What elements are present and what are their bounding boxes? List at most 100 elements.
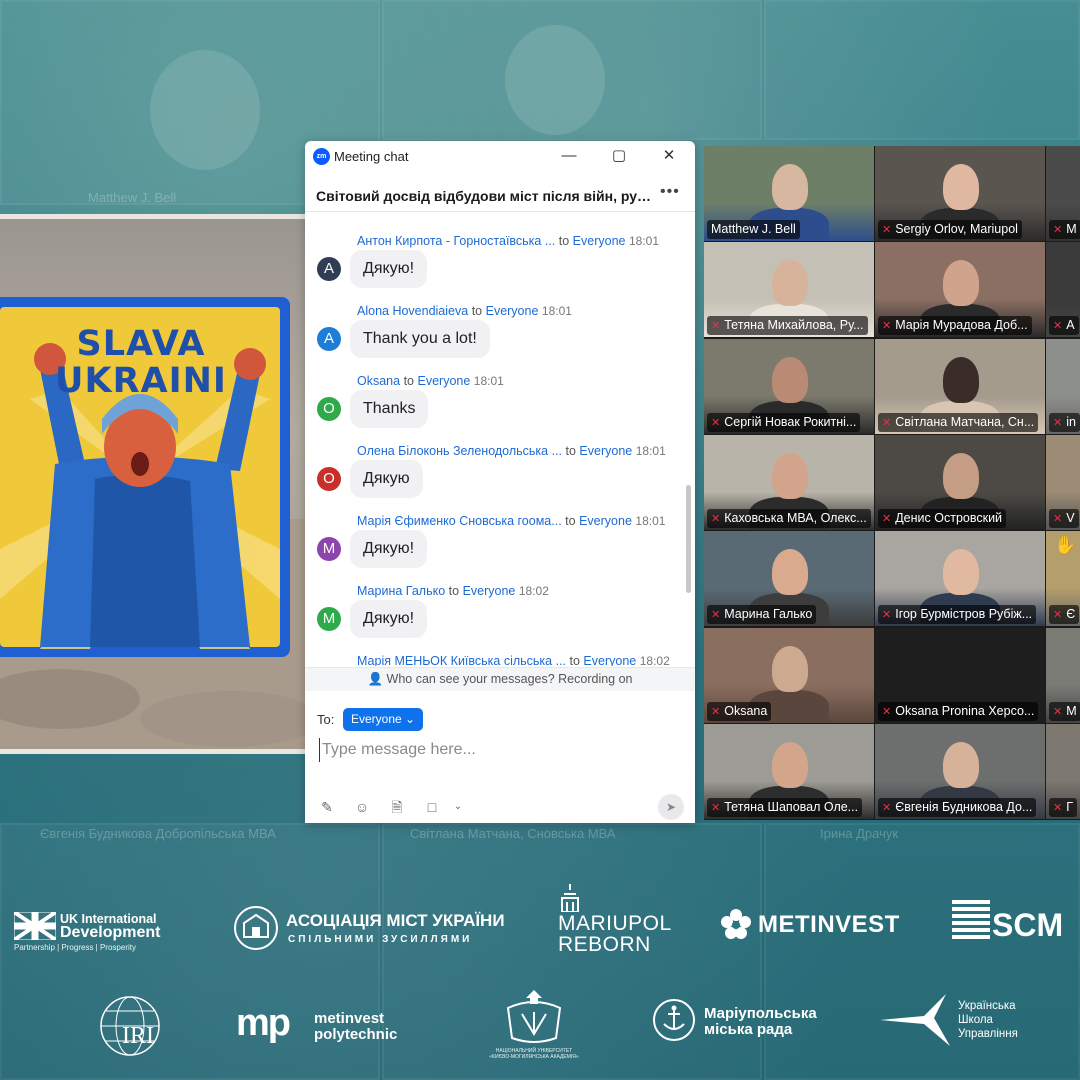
- participant-tile[interactable]: ✕ Oksana Pronina Херсо...: [875, 627, 1045, 723]
- emoji-icon[interactable]: ☺: [352, 797, 372, 817]
- privacy-notice[interactable]: 👤 Who can see your messages? Recording o…: [305, 667, 695, 691]
- metinvest-flower-icon: [721, 909, 751, 939]
- message-sender[interactable]: Марина Галько: [357, 584, 445, 598]
- message-sender[interactable]: Alona Hovendiaieva: [357, 304, 468, 318]
- message-header: Марина Галько to Everyone 18:02: [357, 584, 549, 598]
- recipient-dropdown[interactable]: Everyone ⌄: [343, 708, 424, 731]
- chat-message[interactable]: Alona Hovendiaieva to Everyone 18:01 A Tha…: [305, 282, 685, 358]
- meeting-title: Світовий досвід відбудови міст після вій…: [316, 188, 656, 204]
- message-sender[interactable]: Oksana: [357, 374, 400, 388]
- sender-avatar[interactable]: O: [317, 467, 341, 491]
- minimize-icon[interactable]: —: [558, 145, 580, 167]
- sender-avatar[interactable]: A: [317, 257, 341, 281]
- participant-tile[interactable]: ✕ Сергій Новак Рокитні...: [704, 338, 874, 434]
- participant-tile[interactable]: ✕ А: [1046, 242, 1080, 338]
- participant-gallery: Matthew J. Bell ✕ Sergiy Orlov, Mariupol ✕ M…: [704, 146, 1080, 820]
- participant-tile[interactable]: ✋ ✕ Є: [1046, 531, 1080, 627]
- polytech-line1: metinvest: [314, 1010, 385, 1027]
- bg-name: Євгенія Будникова Добропільська МВА: [40, 826, 276, 841]
- chat-message[interactable]: Олена Білоконь Зеленодольська ... to Eve…: [305, 422, 685, 498]
- scrollbar[interactable]: [686, 485, 691, 593]
- participant-tile[interactable]: ✕ Марина Галько: [704, 531, 874, 627]
- message-list[interactable]: Антон Кирпота - Горностаївська ... to Ev…: [305, 212, 685, 666]
- window-titlebar[interactable]: zm Meeting chat — ▢ ✕: [305, 141, 695, 171]
- chat-message[interactable]: Антон Кирпота - Горностаївська ... to Ev…: [305, 212, 685, 288]
- message-recipient: Everyone: [583, 654, 637, 666]
- scm-stripes-icon: [952, 900, 990, 939]
- message-sender[interactable]: Марія МЕНЬОК Київська сільська ...: [357, 654, 566, 666]
- close-icon[interactable]: ✕: [658, 145, 680, 167]
- participant-nameplate: ✕ Денис Островский: [878, 508, 1007, 528]
- participant-tile[interactable]: ✕ Тетяна Михайлова, Ру...: [704, 242, 874, 338]
- message-to-word: to: [558, 234, 570, 248]
- participant-name: Тетяна Михайлова, Ру...: [724, 318, 864, 333]
- participant-name: Oksana: [724, 703, 768, 718]
- participant-tile[interactable]: ✕ Світлана Матчана, Сн...: [875, 338, 1045, 434]
- to-label: To:: [317, 712, 335, 727]
- participant-nameplate: ✕ M: [1049, 220, 1080, 239]
- message-input[interactable]: [319, 738, 679, 762]
- poster-line-1: SLAVA: [76, 324, 206, 364]
- send-icon[interactable]: ➤: [658, 794, 684, 820]
- chat-message[interactable]: Марина Галько to Everyone 18:02 M Дякую!: [305, 562, 685, 638]
- participant-tile[interactable]: ✕ Денис Островский: [875, 434, 1045, 530]
- zoom-logo-icon: zm: [313, 148, 330, 165]
- sender-avatar[interactable]: A: [317, 327, 341, 351]
- sender-avatar[interactable]: M: [317, 537, 341, 561]
- participant-tile[interactable]: ✕ Марія Мурадова Доб...: [875, 242, 1045, 338]
- sender-avatar[interactable]: O: [317, 397, 341, 421]
- message-sender[interactable]: Олена Білоконь Зеленодольська ...: [357, 444, 562, 458]
- participant-tile[interactable]: ✕ Євгенія Будникова До...: [875, 723, 1045, 819]
- poster-illustration: [0, 297, 305, 749]
- message-sender[interactable]: Марія Єфименко Сновська гоома...: [357, 514, 562, 528]
- participant-face: [943, 164, 979, 210]
- chevron-down-icon[interactable]: ⌄: [448, 797, 468, 817]
- muted-mic-icon: ✕: [711, 609, 721, 622]
- screenshot-icon[interactable]: □: [422, 797, 442, 817]
- theatre-icon: [561, 884, 579, 912]
- participant-tile[interactable]: ✕ in: [1046, 338, 1080, 434]
- file-icon[interactable]: 🗎: [387, 797, 407, 817]
- message-timestamp: 18:01: [473, 374, 504, 388]
- participant-nameplate: ✕ V: [1049, 508, 1079, 528]
- chat-message[interactable]: Марія МЕНЬОК Київська сільська ... to Ev…: [305, 632, 685, 666]
- message-sender[interactable]: Антон Кирпота - Горностаївська ...: [357, 234, 555, 248]
- muted-mic-icon: ✕: [711, 320, 721, 333]
- bg-face: [150, 50, 260, 170]
- chat-message[interactable]: Марія Єфименко Сновська гоома... to Ever…: [305, 492, 685, 568]
- participant-tile[interactable]: ✕ V: [1046, 434, 1080, 530]
- participant-nameplate: ✕ Г: [1049, 797, 1077, 817]
- participant-tile[interactable]: Matthew J. Bell: [704, 146, 874, 241]
- maximize-icon[interactable]: ▢: [608, 145, 630, 167]
- participant-tile[interactable]: ✕ M: [1046, 146, 1080, 241]
- message-to-word: to: [569, 654, 580, 666]
- bg-name: Світлана Матчана, Сновська МВА: [410, 826, 616, 841]
- sender-avatar[interactable]: M: [317, 607, 341, 631]
- participant-nameplate: ✕ Є: [1049, 605, 1080, 625]
- participant-tile[interactable]: ✕ M: [1046, 627, 1080, 723]
- message-to-word: to: [565, 444, 576, 458]
- participant-face: [772, 164, 808, 210]
- participant-tile[interactable]: ✕ Тетяна Шаповал Оле...: [704, 723, 874, 819]
- message-timestamp: 18:01: [635, 444, 666, 458]
- chat-message[interactable]: Oksana to Everyone 18:01 O Thanks: [305, 352, 685, 428]
- more-options-icon[interactable]: •••: [660, 183, 680, 201]
- format-text-icon[interactable]: ✎: [317, 797, 337, 817]
- participant-nameplate: ✕ Світлана Матчана, Сн...: [878, 412, 1039, 432]
- recipient-value: Everyone: [351, 712, 402, 726]
- slava-ukraini-poster: SLAVA UKRAINI: [0, 214, 305, 754]
- participant-tile[interactable]: ✕ Ігор Бурмістров Рубіж...: [875, 531, 1045, 627]
- message-recipient: Everyone: [579, 514, 632, 528]
- message-recipient: Everyone: [485, 304, 539, 318]
- participant-name: А: [1066, 318, 1075, 333]
- muted-mic-icon: ✕: [882, 609, 892, 622]
- participant-tile[interactable]: ✕ Каховська МВА, Олекс...: [704, 434, 874, 530]
- participant-nameplate: ✕ Oksana Pronina Херсо...: [878, 701, 1039, 721]
- participant-nameplate: ✕ Сергій Новак Рокитні...: [707, 412, 861, 432]
- participant-name: Марія Мурадова Доб...: [895, 318, 1028, 333]
- participant-tile[interactable]: ✕ Oksana: [704, 627, 874, 723]
- school-line3: Управління: [958, 1028, 1018, 1040]
- muted-mic-icon: ✕: [1053, 320, 1063, 333]
- participant-tile[interactable]: ✕ Г: [1046, 723, 1080, 819]
- participant-tile[interactable]: ✕ Sergiy Orlov, Mariupol: [875, 146, 1045, 241]
